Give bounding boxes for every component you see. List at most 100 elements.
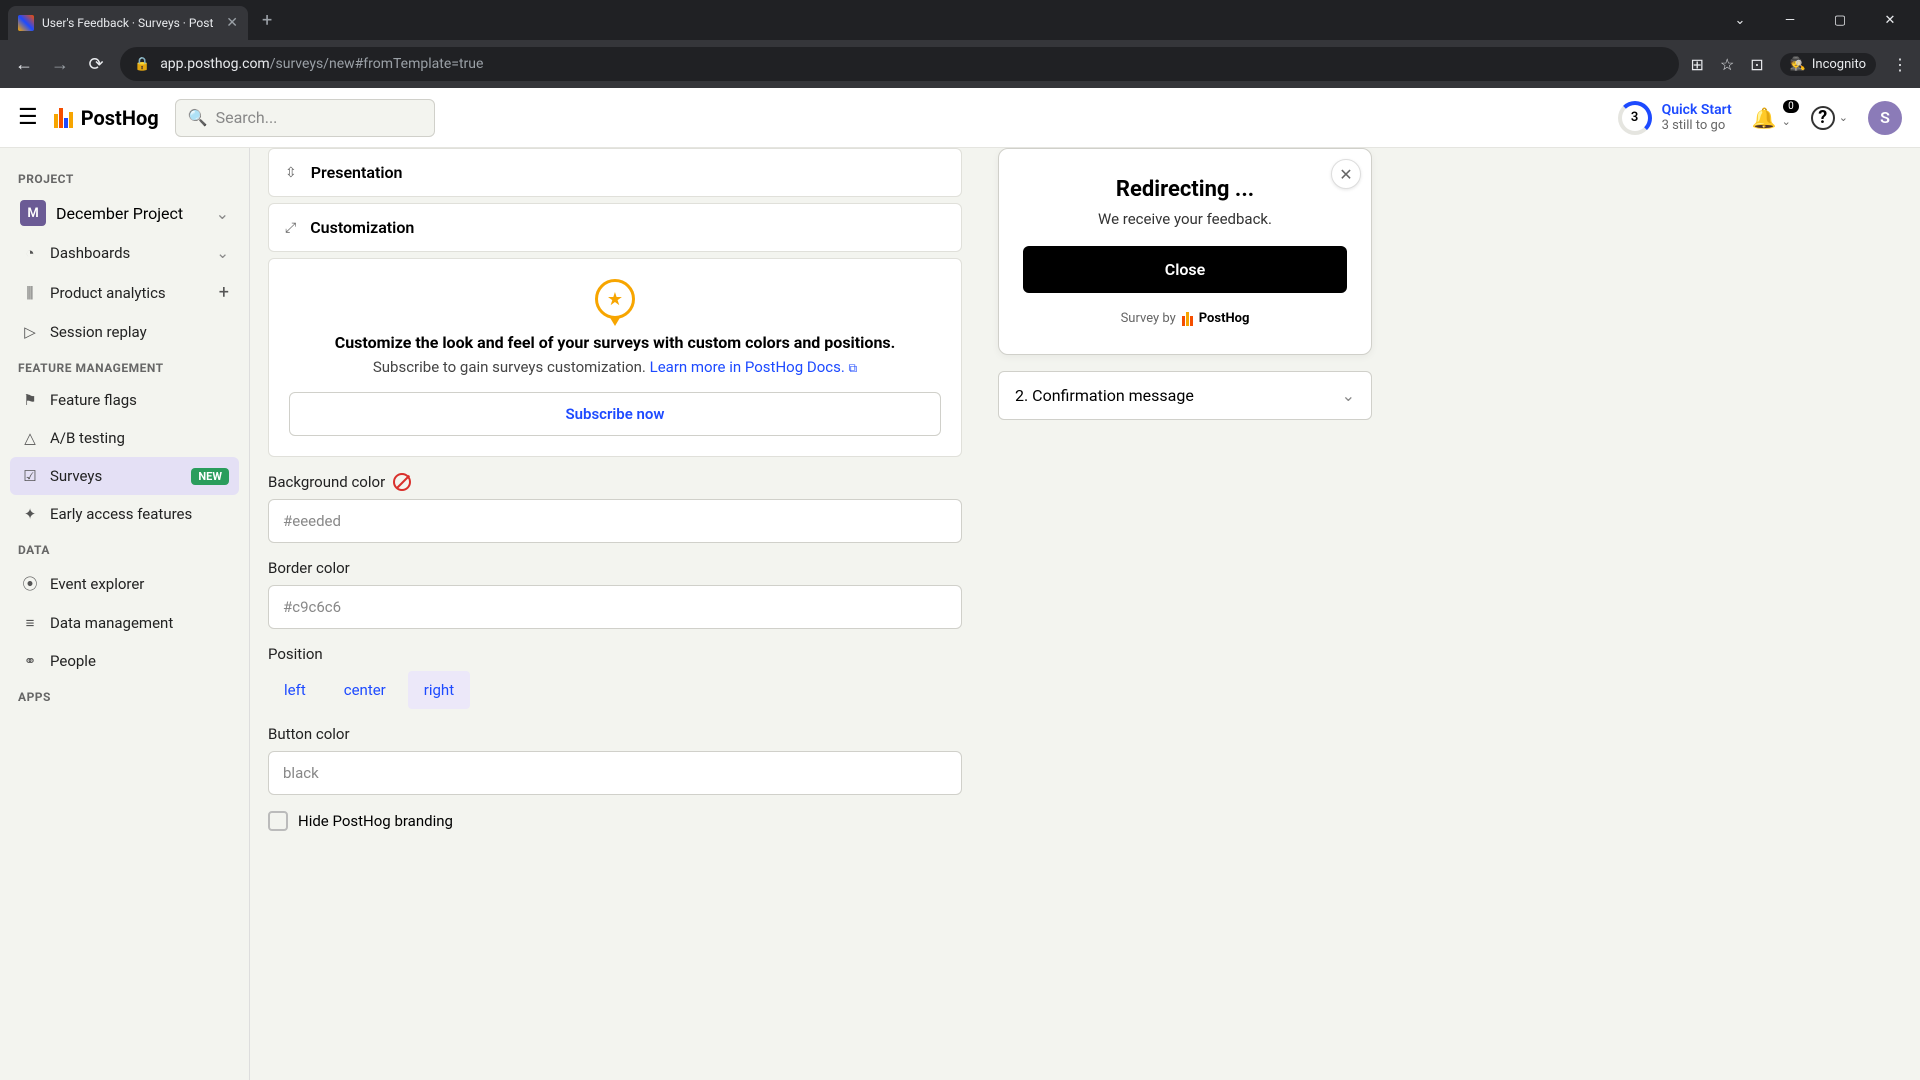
browser-tab[interactable]: User's Feedback · Surveys · Post ✕ (8, 6, 248, 40)
external-link-icon: ⧉ (849, 361, 858, 375)
main-content: ⇳ Presentation ⤢ Customization Customize… (250, 148, 980, 1080)
nav-label: A/B testing (50, 429, 125, 447)
install-icon[interactable]: ⊡ (1750, 55, 1763, 74)
sidebar-item-surveys[interactable]: ☑SurveysNEW (10, 457, 239, 495)
button-color-input[interactable] (268, 751, 962, 795)
preview-close-button[interactable]: ✕ (1331, 159, 1361, 189)
nav-icon: ≡ (20, 614, 40, 632)
sidebar-item-product-analytics[interactable]: ⫼ Product analytics + (10, 272, 239, 313)
sidebar-section-project: PROJECT (10, 162, 239, 192)
quick-start-progress: 3 (1618, 101, 1652, 135)
nav-icon: △ (20, 429, 40, 447)
notification-count: 0 (1783, 100, 1799, 113)
bell-icon: 🔔 (1752, 106, 1777, 130)
logo-mark (54, 108, 73, 128)
sidebar-item-early-access-features[interactable]: ✦ Early access features (10, 495, 239, 533)
section-presentation[interactable]: ⇳ Presentation (268, 148, 962, 197)
chevron-down-icon: ⌄ (216, 204, 229, 223)
chrome-menu-chevron[interactable]: ⌄ (1718, 13, 1762, 28)
search-placeholder: Search... (216, 108, 278, 127)
new-tab-button[interactable]: + (262, 10, 272, 31)
bookmark-icon[interactable]: ☆ (1720, 55, 1734, 74)
preview-title: Redirecting ... (1023, 177, 1347, 202)
upsell-card: Customize the look and feel of your surv… (268, 258, 962, 457)
docs-link[interactable]: Learn more in PostHog Docs. ⧉ (650, 358, 858, 376)
upsell-heading: Customize the look and feel of your surv… (289, 333, 941, 352)
logo-text: PostHog (81, 106, 159, 130)
maximize-button[interactable]: ▢ (1818, 13, 1862, 28)
help-button[interactable]: ? ⌄ (1811, 106, 1848, 130)
sidebar-section-apps: APPS (10, 680, 239, 710)
close-window-button[interactable]: ✕ (1868, 13, 1912, 28)
section-title: Customization (310, 218, 414, 237)
project-name: December Project (56, 204, 183, 223)
position-right-button[interactable]: right (408, 671, 470, 709)
confirmation-label: 2. Confirmation message (1015, 386, 1194, 405)
sidebar-item-session-replay[interactable]: ▷Session replay (10, 313, 239, 351)
quick-start-title: Quick Start (1662, 102, 1732, 118)
sidebar-item-people[interactable]: ⚭ People (10, 642, 239, 680)
confirmation-message-row[interactable]: 2. Confirmation message ⌄ (998, 371, 1372, 420)
sidebar-item-event-explorer[interactable]: ⦿Event explorer (10, 563, 239, 604)
nav-label: Data management (50, 614, 173, 632)
project-switcher[interactable]: M December Project ⌄ (10, 192, 239, 234)
address-bar[interactable]: 🔒 app.posthog.com/surveys/new#fromTempla… (120, 47, 1679, 81)
field-label: Background color (268, 473, 385, 491)
reload-button[interactable]: ⟳ (84, 54, 108, 75)
tab-close-icon[interactable]: ✕ (226, 15, 238, 31)
search-input[interactable]: 🔍 Search... (175, 99, 435, 137)
nav-label: Early access features (50, 505, 192, 523)
nav-label: Feature flags (50, 391, 137, 409)
sidebar: PROJECT M December Project ⌄ ◔Dashboards… (0, 148, 250, 1080)
incognito-badge[interactable]: 🕵 Incognito (1780, 53, 1876, 76)
survey-preview: ✕ Redirecting ... We receive your feedba… (998, 148, 1372, 355)
preview-subtitle: We receive your feedback. (1023, 210, 1347, 228)
nav-icon: ◔ (20, 244, 40, 262)
preview-close-cta[interactable]: Close (1023, 246, 1347, 293)
back-button[interactable]: ← (12, 54, 36, 75)
sidebar-section-data: DATA (10, 533, 239, 563)
checkbox-label: Hide PostHog branding (298, 812, 453, 830)
position-center-button[interactable]: center (328, 671, 402, 709)
section-customization[interactable]: ⤢ Customization (268, 203, 962, 252)
tab-title: User's Feedback · Surveys · Post (42, 16, 218, 30)
nav-label: People (50, 652, 96, 670)
quick-start-widget[interactable]: 3 Quick Start 3 still to go (1618, 101, 1732, 135)
minimize-button[interactable]: ― (1768, 13, 1812, 28)
field-position: Position left center right (268, 645, 962, 709)
add-icon[interactable]: + (219, 282, 229, 303)
expand-icon: ⇳ (285, 165, 297, 181)
field-button-color: Button color (268, 725, 962, 795)
menu-toggle-icon[interactable]: ☰ (18, 105, 38, 130)
nav-label: Product analytics (50, 284, 166, 302)
sidebar-item-data-management[interactable]: ≡ Data management (10, 604, 239, 642)
border-color-input[interactable] (268, 585, 962, 629)
logo-mark-small (1182, 312, 1193, 326)
lock-icon: 🔒 (134, 57, 150, 72)
posthog-logo[interactable]: PostHog (54, 106, 159, 130)
favicon (18, 15, 34, 31)
forward-button[interactable]: → (48, 54, 72, 75)
incognito-icon: 🕵 (1790, 57, 1806, 72)
sidebar-item-feature-flags[interactable]: ⚑ Feature flags (10, 381, 239, 419)
sidebar-item-a-b-testing[interactable]: △ A/B testing (10, 419, 239, 457)
chrome-menu-icon[interactable]: ⋮ (1892, 55, 1908, 74)
notifications-button[interactable]: 🔔 0 ⌄ (1752, 106, 1791, 130)
sidebar-item-dashboards[interactable]: ◔Dashboards⌄ (10, 234, 239, 272)
nav-icon: ⚭ (20, 652, 40, 670)
upsell-text: Subscribe to gain surveys customization.… (289, 358, 941, 376)
extensions-icon[interactable]: ⊞ (1691, 55, 1704, 74)
disabled-icon (393, 473, 411, 491)
user-avatar[interactable]: S (1868, 101, 1902, 135)
nav-icon: ⚑ (20, 391, 40, 409)
browser-toolbar: ← → ⟳ 🔒 app.posthog.com/surveys/new#from… (0, 40, 1920, 88)
position-left-button[interactable]: left (268, 671, 322, 709)
background-color-input[interactable] (268, 499, 962, 543)
award-icon (595, 279, 635, 319)
url-text: app.posthog.com/surveys/new#fromTemplate… (160, 56, 483, 72)
hide-branding-checkbox[interactable]: Hide PostHog branding (268, 811, 962, 831)
subscribe-button[interactable]: Subscribe now (289, 392, 941, 436)
sidebar-section-feature: FEATURE MANAGEMENT (10, 351, 239, 381)
nav-icon: ⫼ (20, 284, 40, 302)
nav-icon: ✦ (20, 505, 40, 523)
